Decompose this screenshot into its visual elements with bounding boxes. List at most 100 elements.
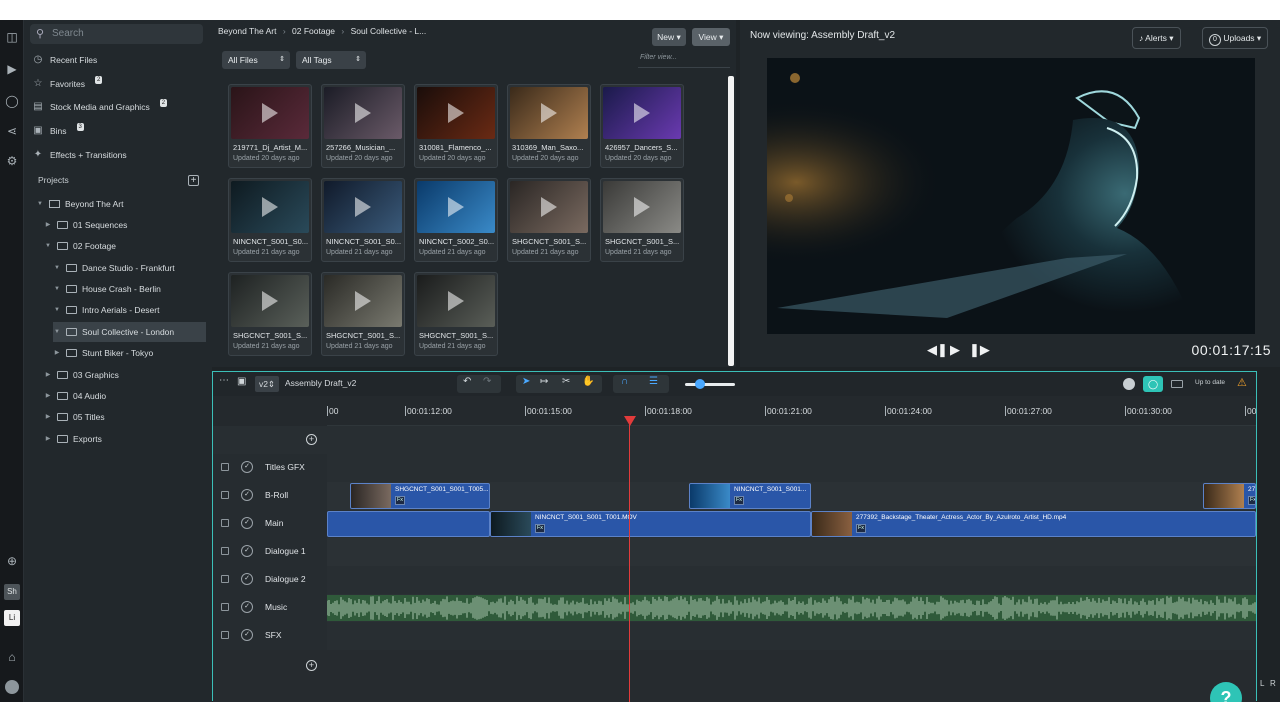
fx-badge[interactable]: Fx — [856, 524, 866, 533]
link-icon[interactable]: ☰ — [649, 376, 658, 387]
media-card[interactable]: SHGCNCT_S001_S... Updated 21 days ago — [600, 178, 684, 262]
tree-item-stunt-biker[interactable]: ▶ Stunt Biker - Tokyo — [53, 343, 206, 363]
view-button[interactable]: View ▾ — [692, 28, 730, 46]
files-select[interactable]: All Files ⇕ — [222, 51, 290, 69]
tree-item-beyond-the-art[interactable]: ▼ Beyond The Art — [36, 194, 206, 214]
hand-tool-icon[interactable]: ✋ — [582, 376, 594, 387]
playhead-line[interactable] — [629, 416, 630, 702]
magnet-icon[interactable]: ∩ — [621, 376, 628, 387]
play-circle-icon[interactable]: ▶ — [5, 62, 19, 76]
more-icon[interactable]: ⋯ — [219, 375, 229, 386]
fx-badge[interactable]: Fx — [734, 496, 744, 505]
time-ruler[interactable]: 00 00:01:12:00 00:01:15:00 00:01:18:00 0… — [327, 404, 1259, 426]
audio-waveform[interactable] — [327, 595, 1256, 621]
timeline-clip[interactable]: 27 Fx — [1203, 483, 1256, 509]
files-icon[interactable]: ◫ — [5, 30, 19, 44]
home-icon[interactable]: ⌂ — [5, 650, 19, 664]
user-avatar-icon[interactable] — [5, 680, 19, 694]
media-card[interactable]: 310081_Flamenco_... Updated 20 days ago — [414, 84, 498, 168]
media-card[interactable]: NINCNCT_S001_S0... Updated 21 days ago — [321, 178, 405, 262]
breadcrumb-item[interactable]: Beyond The Art — [218, 26, 276, 36]
uploads-button[interactable]: 0 Uploads ▾ — [1202, 27, 1269, 49]
step-back-icon[interactable]: ◀❚ — [927, 342, 948, 358]
filter-view-input[interactable]: Filter view... — [638, 54, 730, 68]
fx-badge[interactable]: Fx — [535, 524, 545, 533]
media-card[interactable]: 257266_Musician_... Updated 20 days ago — [321, 84, 405, 168]
check-icon[interactable]: ✓ — [241, 517, 253, 529]
check-icon[interactable]: ✓ — [241, 629, 253, 641]
video-preview[interactable] — [767, 58, 1255, 334]
playhead-handle[interactable] — [624, 416, 636, 426]
select-tool-icon[interactable]: ➤ — [522, 376, 530, 387]
warning-icon[interactable]: ⚠ — [1237, 376, 1247, 389]
tree-item-intro-aerials[interactable]: ▼ Intro Aerials - Desert — [53, 300, 206, 320]
fx-badge[interactable]: Fx — [1248, 496, 1255, 505]
breadcrumb-item[interactable]: Soul Collective - L... — [351, 26, 427, 36]
add-project-button[interactable]: + — [188, 175, 199, 186]
new-button[interactable]: New ▾ — [652, 28, 686, 46]
avatar-sh[interactable]: Sh — [4, 584, 20, 600]
comments-icon[interactable]: ◯ — [1143, 376, 1163, 392]
timeline-clip[interactable]: 277392_Backstage_Theater_Actress_Actor_B… — [811, 511, 1256, 537]
fx-badge[interactable]: Fx — [395, 496, 405, 505]
media-card[interactable]: NINCNCT_S002_S0... Updated 21 days ago — [414, 178, 498, 262]
comment-icon[interactable]: ◯ — [5, 94, 19, 108]
tree-item-01-sequences[interactable]: ▶ 01 Sequences — [44, 215, 206, 235]
add-user-icon[interactable]: ⊕ — [5, 554, 19, 568]
tree-item-exports[interactable]: ▶ Exports — [44, 429, 206, 449]
step-forward-icon[interactable]: ❚▶ — [969, 342, 990, 358]
check-icon[interactable]: ✓ — [241, 461, 253, 473]
lock-icon[interactable] — [221, 463, 229, 471]
timeline-clip[interactable]: SHGCNCT_S001_S001_T005... Fx — [350, 483, 490, 509]
tree-item-02-footage[interactable]: ▼ 02 Footage — [44, 236, 206, 256]
timeline-clip[interactable] — [327, 511, 490, 537]
check-icon[interactable]: ✓ — [241, 545, 253, 557]
zoom-slider-handle[interactable] — [695, 379, 705, 389]
nav-bins[interactable]: ▣ Bins 3 — [32, 122, 84, 140]
collaborator-avatar[interactable] — [1123, 378, 1135, 390]
browser-scrollbar[interactable] — [728, 76, 734, 366]
tree-item-dance-studio[interactable]: ▼ Dance Studio - Frankfurt — [53, 258, 206, 278]
media-card[interactable]: SHGCNCT_S001_S... Updated 21 days ago — [321, 272, 405, 356]
timeline-clip[interactable]: NINCNCT_S001_S001_T001.MOV Fx — [490, 511, 811, 537]
tree-item-house-crash[interactable]: ▼ House Crash - Berlin — [53, 279, 206, 299]
undo-icon[interactable]: ↶ — [463, 376, 471, 387]
check-icon[interactable]: ✓ — [241, 573, 253, 585]
breadcrumb-item[interactable]: 02 Footage — [292, 26, 335, 36]
keyboard-icon[interactable] — [1171, 380, 1183, 388]
tree-item-03-graphics[interactable]: ▶ 03 Graphics — [44, 365, 206, 385]
tree-item-04-audio[interactable]: ▶ 04 Audio — [44, 386, 206, 406]
media-card[interactable]: 310369_Man_Saxo... Updated 20 days ago — [507, 84, 591, 168]
media-card[interactable]: SHGCNCT_S001_S... Updated 21 days ago — [228, 272, 312, 356]
lock-icon[interactable] — [221, 631, 229, 639]
nav-favorites[interactable]: ☆ Favorites 2 — [32, 75, 103, 93]
add-track-icon[interactable]: + — [306, 434, 317, 445]
nav-effects[interactable]: ✦ Effects + Transitions — [32, 146, 127, 164]
ripple-tool-icon[interactable]: ↦ — [540, 376, 548, 387]
tree-item-05-titles[interactable]: ▶ 05 Titles — [44, 407, 206, 427]
version-select[interactable]: v2⇕ — [255, 376, 279, 392]
tags-select[interactable]: All Tags ⇕ — [296, 51, 366, 69]
lock-icon[interactable] — [221, 519, 229, 527]
avatar-li[interactable]: Li — [4, 610, 20, 626]
media-card[interactable]: 426957_Dancers_S... Updated 20 days ago — [600, 84, 684, 168]
media-card[interactable]: 219771_Dj_Artist_M... Updated 20 days ago — [228, 84, 312, 168]
media-card[interactable]: NINCNCT_S001_S0... Updated 21 days ago — [228, 178, 312, 262]
timeline-clip[interactable]: NINCNCT_S001_S001... Fx — [689, 483, 811, 509]
lock-icon[interactable] — [221, 603, 229, 611]
search-input[interactable]: ⚲ Search — [30, 24, 203, 44]
gear-icon[interactable]: ⚙ — [5, 154, 19, 168]
add-track-icon[interactable]: + — [306, 660, 317, 671]
razor-tool-icon[interactable]: ✂ — [562, 376, 570, 387]
lock-icon[interactable] — [221, 491, 229, 499]
nav-stock-media[interactable]: ▤ Stock Media and Graphics 2 — [32, 98, 168, 116]
lock-icon[interactable] — [221, 575, 229, 583]
tree-item-soul-collective[interactable]: ▼ Soul Collective - London — [53, 322, 206, 342]
lock-icon[interactable]: ▣ — [237, 376, 246, 387]
redo-icon[interactable]: ↷ — [483, 376, 491, 387]
play-icon[interactable]: ▶ — [950, 342, 960, 358]
check-icon[interactable]: ✓ — [241, 601, 253, 613]
zoom-slider[interactable] — [685, 383, 735, 386]
alerts-button[interactable]: ♪ Alerts ▾ — [1132, 27, 1181, 49]
media-card[interactable]: SHGCNCT_S001_S... Updated 21 days ago — [507, 178, 591, 262]
